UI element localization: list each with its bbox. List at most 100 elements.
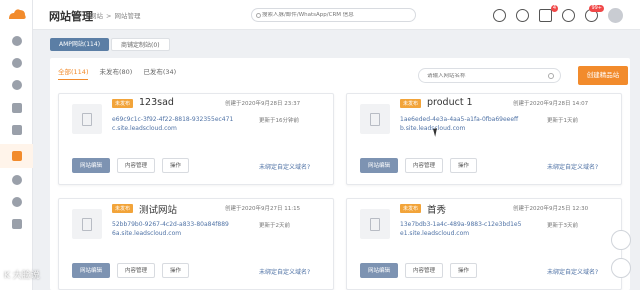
edit-site-button[interactable]: 网站编辑	[360, 158, 399, 173]
card-actions: 网站编辑 内容管理 操作	[360, 263, 484, 278]
status-filter: 全部(114) 未发布(80) 已发布(34)	[58, 66, 187, 80]
top-bar: 网站管理 网站>网站管理 4 99+	[33, 0, 640, 30]
sidebar-item-customers[interactable]	[0, 74, 33, 96]
filter-unpublished[interactable]: 未发布(80)	[99, 66, 132, 80]
tab-amp-sites[interactable]: AMP网站(114)	[50, 38, 110, 51]
updated-time: 更新于3天前	[547, 223, 578, 229]
global-search-input[interactable]	[262, 12, 402, 18]
document-icon	[82, 217, 92, 231]
updated-time: 更新于1天前	[547, 118, 578, 124]
box-icon	[11, 125, 22, 135]
dashboard-icon	[11, 36, 22, 46]
sidebar-item-archive[interactable]	[0, 213, 33, 235]
site-name: 首秀	[427, 205, 447, 216]
document-icon	[370, 112, 380, 126]
updated-time: 更新于2天前	[259, 223, 290, 229]
search-icon	[256, 13, 261, 18]
breadcrumb-item: 网站管理	[114, 12, 141, 20]
breadcrumb: 网站 > 网站管理	[90, 10, 143, 20]
filter-published[interactable]: 已发布(34)	[143, 66, 176, 80]
operations-button[interactable]: 操作	[162, 158, 190, 173]
sidebar-item-google[interactable]	[0, 191, 33, 213]
site-search-input[interactable]	[427, 73, 547, 79]
content-manage-button[interactable]: 内容管理	[405, 158, 444, 173]
bind-domain-link[interactable]: 未绑定自定义域名?	[259, 162, 310, 171]
facebook-icon	[11, 175, 22, 185]
status-badge: 未发布	[400, 99, 422, 108]
watermark: K 大脸说	[4, 271, 40, 281]
search-icon[interactable]	[548, 73, 554, 79]
bind-domain-link[interactable]: 未绑定自定义域名?	[547, 267, 598, 276]
created-time: 创建于2020年9月28日 14:07	[513, 101, 589, 107]
sidebar-item-products[interactable]	[0, 119, 33, 141]
site-name: 测试网站	[139, 205, 178, 216]
site-name: product 1	[427, 97, 473, 108]
site-id-link[interactable]: e69c9c1c-3f92-4f22-8818-932355ec471	[112, 116, 233, 123]
site-name: 123sad	[139, 97, 174, 108]
breadcrumb-item[interactable]: 网站	[90, 12, 103, 20]
sidebar-item-mail[interactable]	[0, 97, 33, 119]
site-url-link[interactable]: 6a.site.leadscloud.com	[112, 230, 181, 237]
message-badge: 4	[550, 4, 558, 12]
notification-badge: 99+	[589, 4, 604, 12]
site-thumbnail[interactable]	[360, 104, 390, 134]
status-badge: 未发布	[400, 204, 422, 213]
chat-button[interactable]	[611, 258, 631, 278]
filter-all[interactable]: 全部(114)	[58, 66, 89, 80]
sidebar-item-analytics[interactable]	[0, 52, 33, 74]
operations-button[interactable]: 操作	[450, 158, 478, 173]
site-card: 未发布 product 1 创建于2020年9月28日 14:07 1ae6ed…	[346, 93, 622, 185]
site-id-link[interactable]: 1ae6eded-4e3a-4aa5-a1fa-0fba69eeeff	[400, 116, 518, 123]
top-icons: 4 99+	[493, 4, 623, 23]
content-manage-button[interactable]: 内容管理	[117, 158, 156, 173]
operations-button[interactable]: 操作	[450, 263, 478, 278]
page-title: 网站管理	[49, 10, 93, 23]
site-thumbnail[interactable]	[360, 209, 390, 239]
person-icon	[11, 80, 22, 90]
create-site-button[interactable]: 创建精品站	[578, 66, 628, 85]
site-card: 未发布 123sad 创建于2020年9月28日 23:37 e69c9c1c-…	[58, 93, 334, 185]
customer-service-button[interactable]	[611, 230, 631, 250]
content-manage-button[interactable]: 内容管理	[117, 263, 156, 278]
edit-site-button[interactable]: 网站编辑	[72, 263, 111, 278]
sidebar-item-website[interactable]	[0, 144, 33, 168]
sidebar-item-facebook[interactable]	[0, 169, 33, 191]
site-id-link[interactable]: 13e7bdb3-1a4c-489a-9883-c12e3bd1e5	[400, 221, 521, 228]
bind-domain-link[interactable]: 未绑定自定义域名?	[547, 162, 598, 171]
site-search[interactable]	[418, 68, 561, 83]
site-type-tabs: AMP网站(114) 商铺定制站(0)	[50, 38, 170, 51]
bind-domain-link[interactable]: 未绑定自定义域名?	[259, 267, 310, 276]
edit-site-button[interactable]: 网站编辑	[360, 263, 399, 278]
tab-custom-shops[interactable]: 商铺定制站(0)	[111, 38, 170, 51]
apps-icon[interactable]: 99+	[585, 4, 604, 22]
logo-icon	[9, 9, 26, 19]
headset-icon[interactable]	[493, 8, 506, 22]
global-search[interactable]	[251, 8, 416, 22]
content-manage-button[interactable]: 内容管理	[405, 263, 444, 278]
sidebar	[0, 0, 33, 290]
card-actions: 网站编辑 内容管理 操作	[72, 263, 196, 278]
message-icon[interactable]: 4	[539, 4, 558, 22]
created-time: 创建于2020年9月28日 23:37	[225, 101, 301, 107]
avatar[interactable]	[608, 7, 623, 23]
document-icon	[82, 112, 92, 126]
google-icon	[11, 197, 22, 207]
site-thumbnail[interactable]	[72, 209, 102, 239]
operations-button[interactable]: 操作	[162, 263, 190, 278]
pie-chart-icon	[11, 58, 22, 68]
site-url-link[interactable]: e1.site.leadscloud.com	[400, 230, 469, 237]
breadcrumb-separator: >	[106, 12, 112, 20]
website-icon	[11, 151, 22, 161]
site-url-link[interactable]: c.site.leadscloud.com	[112, 125, 177, 132]
archive-icon	[11, 219, 22, 229]
site-card: 未发布 首秀 创建于2020年9月25日 12:30 13e7bdb3-1a4c…	[346, 198, 622, 290]
site-thumbnail[interactable]	[72, 104, 102, 134]
sidebar-item-dashboard[interactable]	[0, 30, 33, 52]
created-time: 创建于2020年9月25日 12:30	[513, 206, 589, 212]
mail-icon	[11, 103, 22, 113]
site-id-link[interactable]: 52bb79b0-9267-4c2d-a833-80a84f889	[112, 221, 229, 228]
edit-site-button[interactable]: 网站编辑	[72, 158, 111, 173]
updated-time: 更新于16分钟前	[259, 118, 299, 124]
globe-icon[interactable]	[516, 8, 529, 22]
whatsapp-icon[interactable]	[562, 8, 575, 22]
